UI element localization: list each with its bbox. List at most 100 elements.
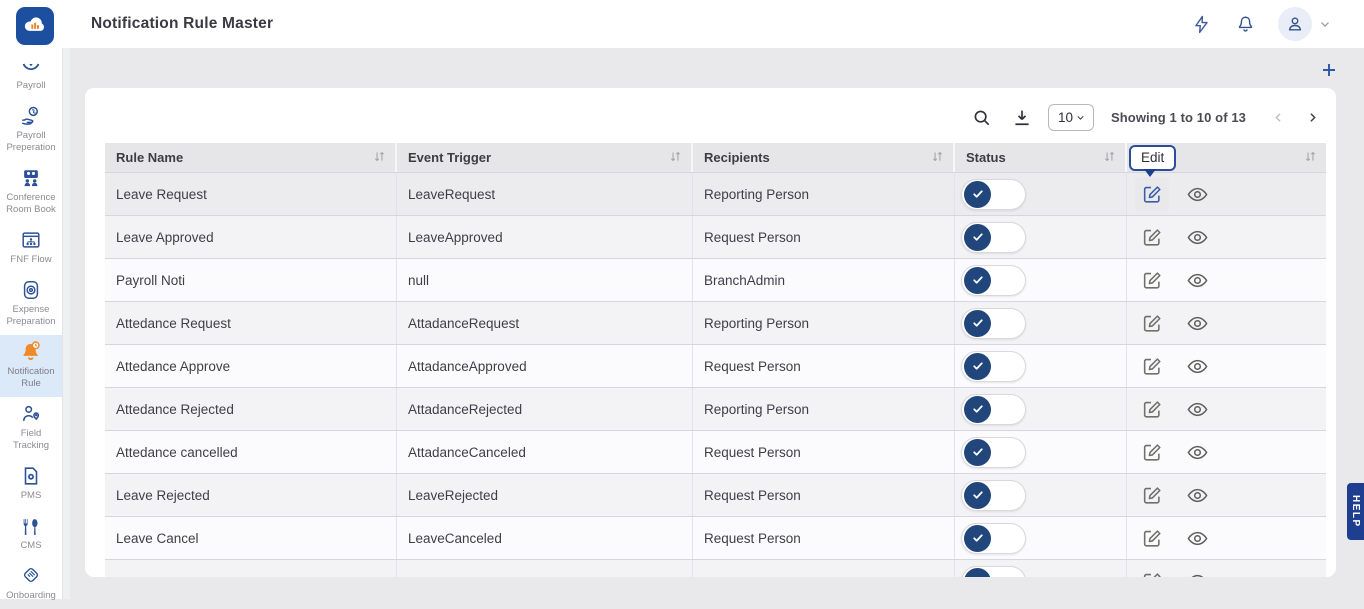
page-size-select[interactable]: 10 [1048, 104, 1094, 131]
table-row[interactable]: Payroll Noti null BranchAdmin [105, 258, 1326, 301]
view-button[interactable] [1182, 179, 1212, 209]
help-tab[interactable]: HELP [1347, 483, 1364, 540]
sidebar-item-payroll-preparation[interactable]: PayrollPreperation [0, 99, 62, 161]
status-toggle[interactable] [961, 480, 1026, 511]
add-rule-button[interactable] [1318, 59, 1340, 81]
edit-button[interactable] [1135, 521, 1169, 555]
status-cell [955, 345, 1127, 387]
view-button[interactable] [1182, 351, 1212, 381]
page-size-value: 10 [1058, 110, 1073, 125]
table-row[interactable]: Attedance cancelled AttadanceCanceled Re… [105, 430, 1326, 473]
status-toggle[interactable] [961, 265, 1026, 296]
event-trigger-cell: null [397, 259, 693, 301]
view-button[interactable] [1182, 394, 1212, 424]
notification-rules-table: Rule Name Event Trigger Recipients Statu… [105, 143, 1326, 577]
toggle-check-icon [964, 267, 991, 294]
app-logo[interactable] [16, 7, 54, 45]
sidebar-item-label: Onboarding [6, 590, 56, 602]
chevron-right-icon [1305, 110, 1320, 125]
toggle-check-icon [964, 439, 991, 466]
next-page-button[interactable] [1302, 108, 1322, 128]
event-trigger-cell: LeaveCanceled [397, 517, 693, 559]
event-trigger-cell: AttadanceRejected [397, 388, 693, 430]
column-header-recipients[interactable]: Recipients [693, 143, 955, 172]
view-button[interactable] [1182, 566, 1212, 577]
status-toggle[interactable] [961, 351, 1026, 382]
table-row[interactable]: Leave Rejected LeaveRejected Request Per… [105, 473, 1326, 516]
user-avatar-icon[interactable] [1278, 7, 1312, 41]
table-row[interactable] [105, 559, 1326, 577]
status-toggle[interactable] [961, 179, 1026, 210]
event-trigger-cell: AttadanceRequest [397, 302, 693, 344]
sidebar-item-conference-room-book[interactable]: ConferenceRoom Book [0, 161, 62, 223]
status-toggle[interactable] [961, 523, 1026, 554]
edit-button[interactable] [1135, 478, 1169, 512]
user-menu[interactable] [1278, 7, 1332, 41]
sort-icon[interactable] [1103, 150, 1116, 166]
view-button[interactable] [1182, 437, 1212, 467]
table-row[interactable]: Attedance Request AttadanceRequest Repor… [105, 301, 1326, 344]
edit-button[interactable] [1135, 263, 1169, 297]
edit-button[interactable] [1135, 220, 1169, 254]
sort-icon[interactable] [931, 150, 944, 166]
download-icon[interactable] [1010, 106, 1034, 130]
sidebar-item-label: ExpensePreparation [6, 304, 55, 328]
cloud-chart-logo-icon [22, 13, 48, 39]
bell-icon[interactable] [1234, 13, 1256, 35]
edit-button[interactable] [1135, 177, 1169, 211]
showing-range-text: Showing 1 to 10 of 13 [1111, 110, 1246, 125]
table-row[interactable]: Leave Cancel LeaveCanceled Request Perso… [105, 516, 1326, 559]
actions-cell [1127, 388, 1326, 430]
column-header-rule-name[interactable]: Rule Name [105, 143, 397, 172]
recipients-cell: Request Person [693, 345, 955, 387]
chevron-left-icon [1271, 110, 1286, 125]
status-toggle[interactable] [961, 437, 1026, 468]
recipients-cell: Request Person [693, 474, 955, 516]
search-icon[interactable] [970, 106, 994, 130]
sidebar-item-pms[interactable]: PMS [0, 459, 62, 509]
actions-cell [1127, 345, 1326, 387]
sidebar-item-fnf-flow[interactable]: FNF Flow [0, 223, 62, 273]
table-row[interactable]: Attedance Rejected AttadanceRejected Rep… [105, 387, 1326, 430]
edit-button[interactable] [1135, 392, 1169, 426]
actions-cell [1127, 173, 1326, 215]
sidebar-item-expense-preparation[interactable]: ExpensePreparation [0, 273, 62, 335]
event-trigger-cell [397, 560, 693, 577]
view-button[interactable] [1182, 265, 1212, 295]
column-header-status[interactable]: Status [955, 143, 1127, 172]
sidebar-item-cms[interactable]: CMS [0, 509, 62, 559]
edit-button[interactable] [1135, 306, 1169, 340]
sort-icon[interactable] [669, 150, 682, 166]
lightning-icon[interactable] [1190, 13, 1212, 35]
recipients-cell: Request Person [693, 431, 955, 473]
sidebar-item-onboarding[interactable]: Onboarding [0, 559, 62, 609]
sort-icon[interactable] [1304, 150, 1317, 166]
sidebar-item-payroll[interactable]: Payroll [0, 49, 62, 99]
sidebar-item-field-tracking[interactable]: FieldTracking [0, 397, 62, 459]
edit-button[interactable] [1135, 564, 1169, 577]
actions-cell [1127, 216, 1326, 258]
view-button[interactable] [1182, 308, 1212, 338]
sidebar-scrollbar[interactable] [62, 48, 70, 599]
recipients-cell: Reporting Person [693, 173, 955, 215]
sidebar-item-notification-rule[interactable]: NotificationRule [0, 335, 62, 397]
edit-button[interactable] [1135, 435, 1169, 469]
status-cell [955, 173, 1127, 215]
status-toggle[interactable] [961, 222, 1026, 253]
status-toggle[interactable] [961, 308, 1026, 339]
table-row[interactable]: Leave Approved LeaveApproved Request Per… [105, 215, 1326, 258]
column-header-event-trigger[interactable]: Event Trigger [397, 143, 693, 172]
status-toggle[interactable] [961, 566, 1026, 578]
toggle-check-icon [964, 181, 991, 208]
table-row[interactable]: Attedance Approve AttadanceApproved Requ… [105, 344, 1326, 387]
event-trigger-cell: LeaveRejected [397, 474, 693, 516]
table-row[interactable]: Leave Request LeaveRequest Reporting Per… [105, 172, 1326, 215]
view-button[interactable] [1182, 222, 1212, 252]
table-toolbar: 10 Showing 1 to 10 of 13 [970, 104, 1322, 131]
view-button[interactable] [1182, 523, 1212, 553]
previous-page-button[interactable] [1268, 108, 1288, 128]
status-toggle[interactable] [961, 394, 1026, 425]
sort-icon[interactable] [373, 150, 386, 166]
edit-button[interactable] [1135, 349, 1169, 383]
view-button[interactable] [1182, 480, 1212, 510]
